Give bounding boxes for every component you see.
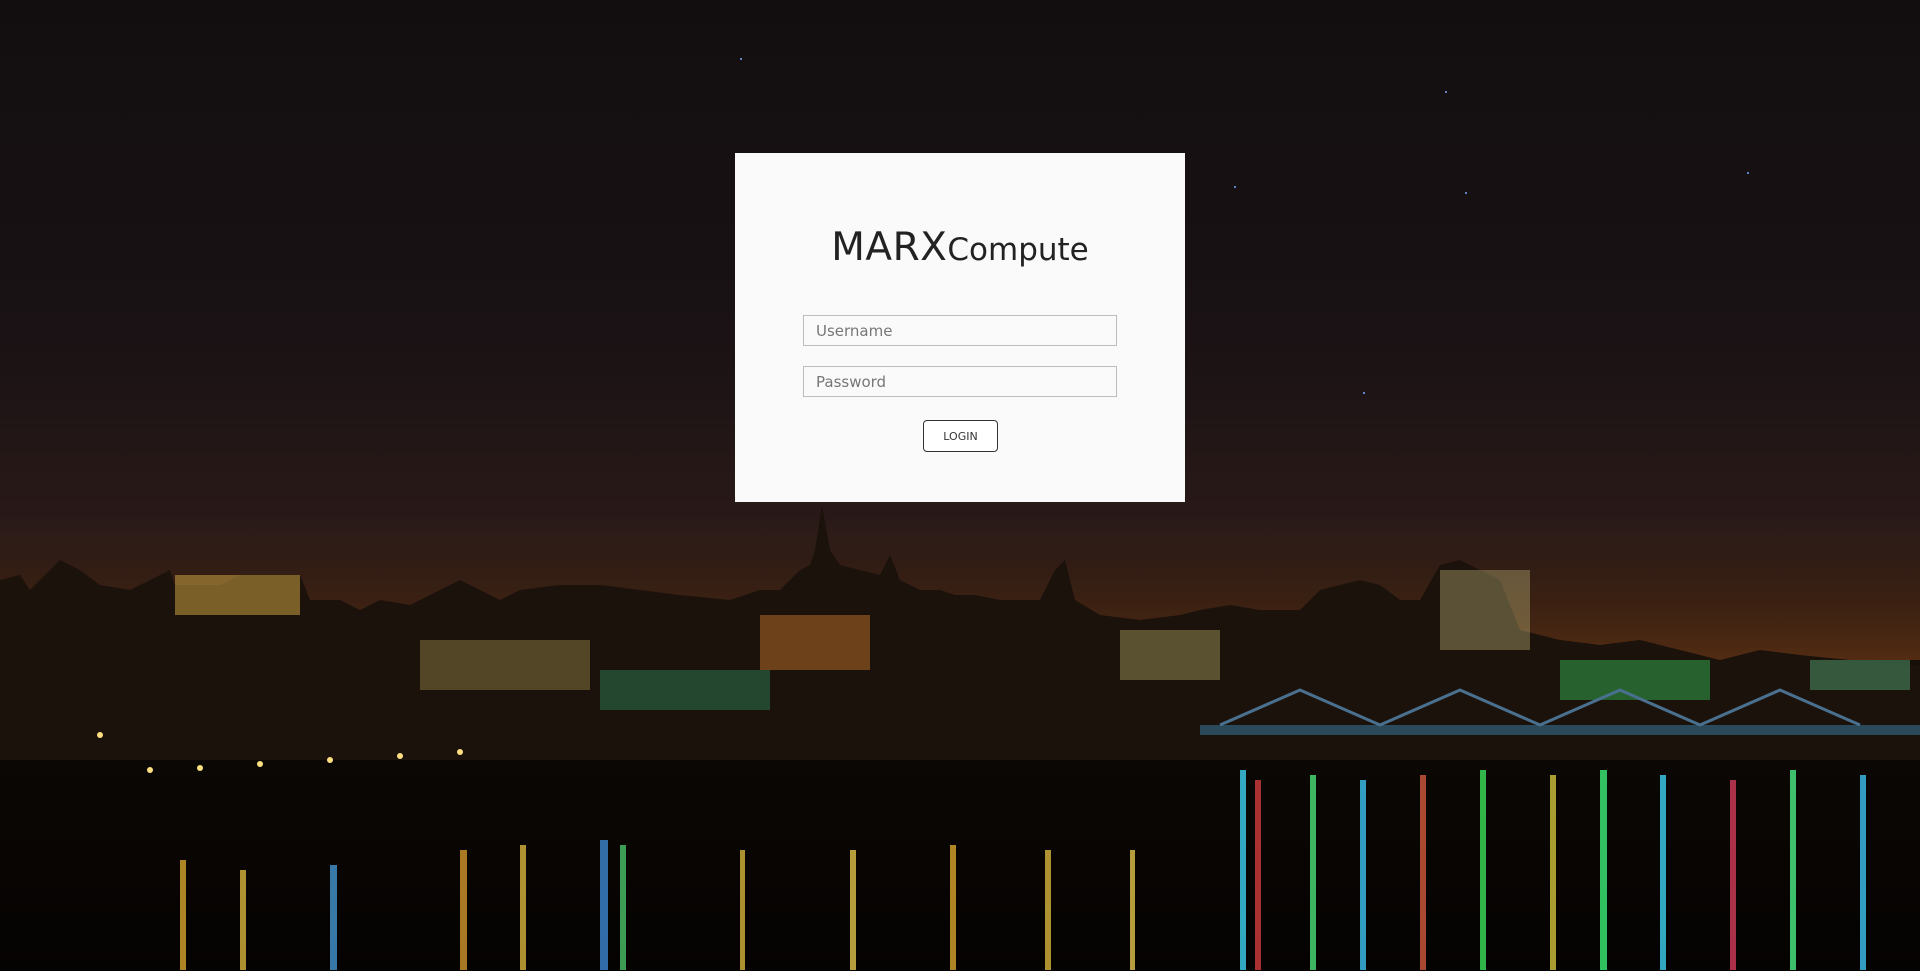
brand-logo: MARXCompute bbox=[735, 225, 1185, 270]
login-button[interactable]: LOGIN bbox=[923, 420, 998, 452]
username-input[interactable] bbox=[803, 315, 1117, 346]
login-card: MARXCompute LOGIN bbox=[735, 153, 1185, 502]
brand-name-light: Compute bbox=[947, 232, 1089, 268]
brand-name-strong: MARX bbox=[831, 225, 948, 270]
password-input[interactable] bbox=[803, 366, 1117, 397]
